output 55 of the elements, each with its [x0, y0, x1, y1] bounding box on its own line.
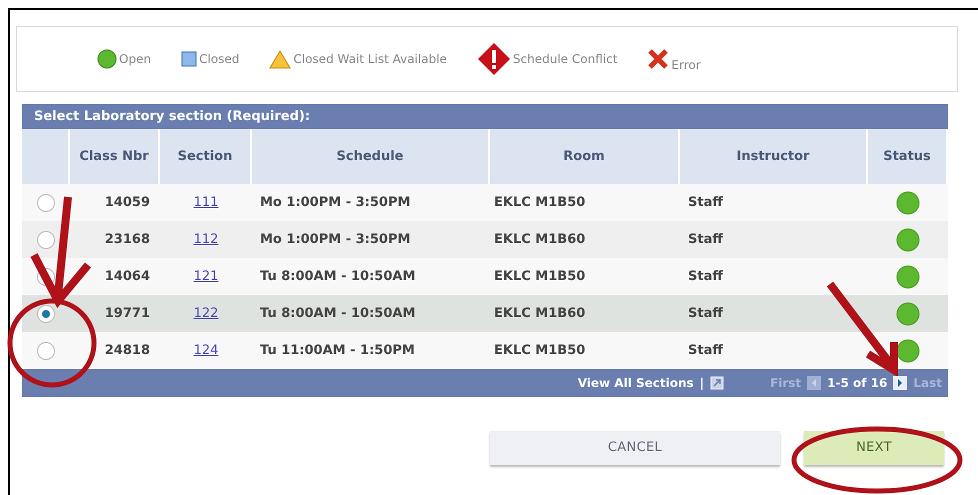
error-cross-icon [647, 48, 670, 70]
radio-button[interactable] [37, 194, 55, 212]
legend-label: Error [671, 57, 701, 74]
table-cell-text: 19771 [104, 304, 150, 323]
warning-diamond-icon [476, 42, 511, 76]
status-circle-icon [896, 190, 920, 214]
section-link[interactable]: 124 [194, 340, 218, 360]
table-row[interactable]: 19771 122 Tu 8:00AM - 10:50AM EKLC M1B60 Staff [22, 295, 948, 332]
table-cell-text: Tu 11:00AM - 1:50PM [260, 342, 415, 360]
cancel-button[interactable]: CANCEL [490, 431, 780, 465]
table-cell-text: 14064 [104, 268, 150, 286]
table-cell-text: Mo 1:00PM - 3:50PM [260, 194, 410, 212]
separator: | [700, 375, 704, 392]
table-cell-text: Mo 1:00PM - 3:50PM [260, 230, 410, 249]
table-cell-text: EKLC M1B50 [494, 342, 586, 360]
radio-button[interactable] [37, 342, 55, 360]
status-circle-icon [896, 264, 920, 288]
table-row[interactable]: 24818 124 Tu 11:00AM - 1:50PM EKLC M1B50 Staff [22, 332, 948, 369]
radio-button[interactable] [37, 304, 55, 322]
status-circle-icon [896, 302, 920, 326]
table-cell-text: Staff [688, 304, 723, 323]
table-cell-text: 23168 [104, 230, 150, 249]
triangle-icon [269, 50, 292, 68]
legend-label: Closed [199, 51, 240, 68]
table-cell-text: Staff [688, 230, 723, 249]
view-all-link[interactable]: View All Sections [578, 374, 694, 392]
table-cell-text: Tu 8:00AM - 10:50AM [260, 304, 416, 323]
circle-icon [97, 49, 117, 69]
popout-icon[interactable] [710, 376, 724, 390]
section-link[interactable]: 111 [194, 192, 218, 212]
section-link[interactable]: 121 [194, 266, 218, 286]
square-icon [181, 51, 198, 67]
table-cell-text: 24818 [104, 342, 150, 360]
table-cell-text: EKLC M1B60 [494, 304, 586, 323]
legend-label: Schedule Conflict [512, 51, 618, 68]
table-cell-text: EKLC M1B60 [494, 230, 586, 249]
table-cell-text: Staff [688, 342, 723, 360]
status-circle-icon [896, 228, 920, 252]
next-button[interactable]: NEXT [804, 431, 944, 465]
table-cell-text: 14059 [104, 194, 150, 212]
table-title-bar: Select Laboratory section (Required): [22, 104, 948, 129]
table-cell-text: EKLC M1B50 [494, 194, 586, 212]
radio-button[interactable] [37, 230, 55, 248]
table-row[interactable]: 14059 111 Mo 1:00PM - 3:50PM EKLC M1B50 Staff [22, 184, 948, 221]
page-range: 1-5 of 16 [827, 375, 888, 392]
table-cell-text: EKLC M1B50 [494, 268, 586, 286]
section-link[interactable]: 122 [194, 304, 218, 324]
table-cell-text: Staff [688, 194, 723, 212]
legend-label: Closed Wait List Available [293, 51, 447, 68]
section-link[interactable]: 112 [194, 230, 218, 250]
table-cell-text: Staff [688, 268, 723, 286]
legend-label: Open [119, 51, 152, 68]
table-cell-text: Tu 8:00AM - 10:50AM [260, 268, 416, 286]
status-circle-icon [896, 338, 920, 362]
table-row[interactable]: 23168 112 Mo 1:00PM - 3:50PM EKLC M1B60 Staff [22, 221, 948, 258]
